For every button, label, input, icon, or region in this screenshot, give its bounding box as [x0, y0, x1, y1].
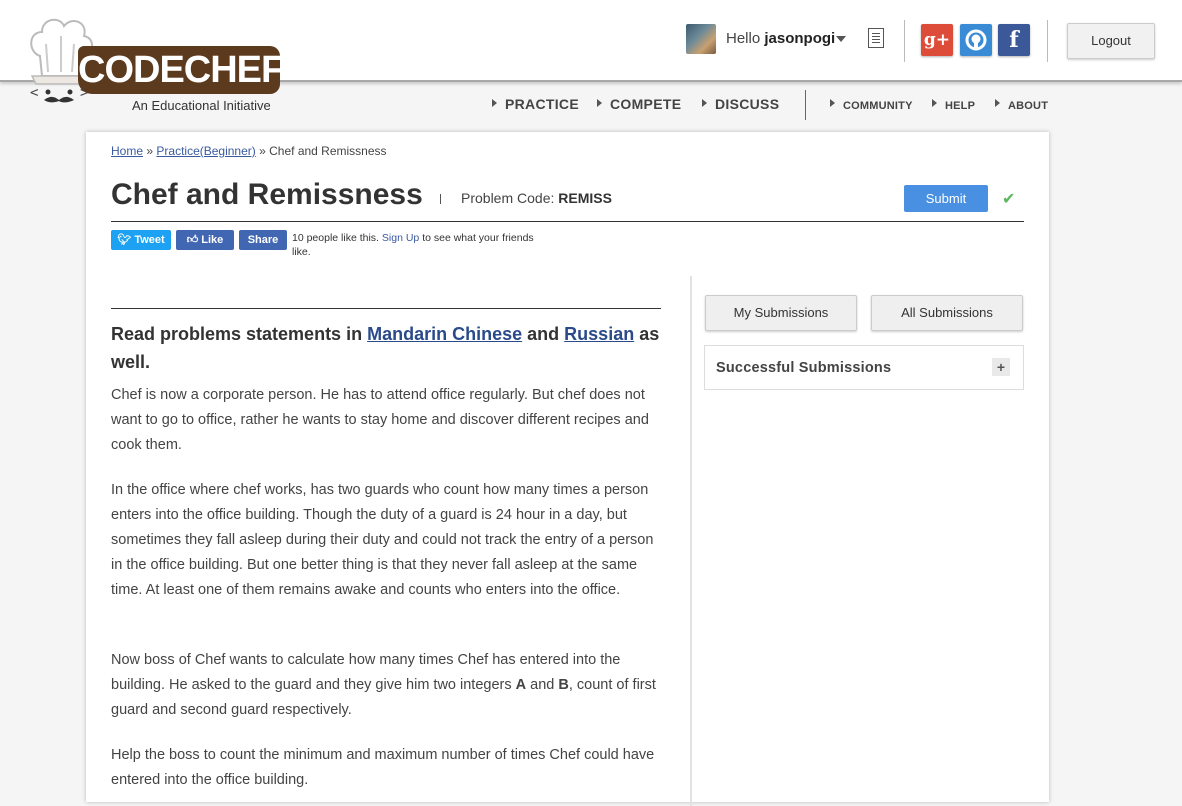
like-button[interactable]: 👍︎ Like — [176, 230, 234, 250]
successful-submissions-box[interactable]: Successful Submissions + — [704, 345, 1024, 390]
tweet-button[interactable]: 🐦︎ Tweet — [111, 230, 171, 250]
nav-divider — [805, 90, 806, 120]
statement-paragraph: In the office where chef works, has two … — [111, 482, 654, 598]
user-greeting[interactable]: Hello jasonpogi — [726, 30, 835, 47]
facebook-icon[interactable]: f — [998, 24, 1030, 56]
successful-submissions-title: Successful Submissions — [716, 360, 892, 376]
header-divider — [1047, 20, 1048, 62]
username: jasonpogi — [764, 30, 836, 47]
problem-panel: Home » Practice(Beginner) » Chef and Rem… — [86, 132, 1049, 806]
nav-help[interactable]: HELP — [932, 99, 975, 112]
title-divider — [440, 194, 441, 204]
likes-text: 10 people like this. Sign Up to see what… — [292, 232, 534, 258]
thumbs-up-icon: 👍︎ — [186, 234, 199, 246]
title-rule — [111, 221, 1024, 222]
submit-button[interactable]: Submit — [904, 185, 988, 212]
breadcrumb: Home » Practice(Beginner) » Chef and Rem… — [111, 144, 387, 158]
statement-rule — [111, 308, 661, 309]
russian-link[interactable]: Russian — [564, 324, 634, 344]
breadcrumb-practice[interactable]: Practice(Beginner) — [156, 144, 255, 158]
caret-right-icon — [597, 99, 602, 107]
statement-paragraph: Now boss of Chef wants to calculate how … — [111, 652, 656, 718]
breadcrumb-current: Chef and Remissness — [269, 144, 387, 158]
problem-code: Problem Code: REMISS — [461, 190, 612, 206]
statement-paragraph: Chef is now a corporate person. He has t… — [111, 387, 649, 453]
page-title: Chef and Remissness — [111, 178, 423, 211]
document-icon[interactable] — [868, 28, 884, 48]
caret-right-icon — [995, 99, 1000, 107]
check-icon: ✔ — [1002, 191, 1016, 208]
nav-practice[interactable]: PRACTICE — [492, 96, 579, 112]
avatar[interactable] — [686, 24, 716, 54]
caret-right-icon — [702, 99, 707, 107]
nav-about[interactable]: ABOUT — [995, 99, 1048, 112]
my-submissions-button[interactable]: My Submissions — [705, 295, 857, 331]
caret-right-icon — [492, 99, 497, 107]
github-icon[interactable] — [960, 24, 992, 56]
logo-wordmark: CODECHEF — [78, 46, 284, 94]
caret-right-icon — [932, 99, 937, 107]
chevron-down-icon[interactable] — [836, 36, 846, 42]
share-button[interactable]: Share — [239, 230, 287, 250]
breadcrumb-home[interactable]: Home — [111, 144, 143, 158]
nav-discuss[interactable]: DISCUSS — [702, 96, 779, 112]
all-submissions-button[interactable]: All Submissions — [871, 295, 1023, 331]
logo-tagline: An Educational Initiative — [132, 98, 271, 113]
svg-text:<: < — [30, 85, 38, 101]
translations-heading: Read problems statements in Mandarin Chi… — [111, 324, 660, 372]
logout-button[interactable]: Logout — [1067, 23, 1155, 59]
caret-right-icon — [830, 99, 835, 107]
greeting-text: Hello — [726, 30, 761, 47]
codechef-logo[interactable]: < > CODECHEF An Educational Initiative — [26, 14, 286, 116]
expand-icon[interactable]: + — [992, 358, 1010, 376]
problem-code-value: REMISS — [558, 190, 612, 206]
signup-link[interactable]: Sign Up — [382, 232, 419, 244]
google-plus-icon[interactable]: g+ — [921, 24, 953, 56]
column-divider — [690, 276, 692, 806]
nav-community[interactable]: COMMUNITY — [830, 99, 913, 112]
mandarin-link[interactable]: Mandarin Chinese — [367, 324, 522, 344]
twitter-icon: 🐦︎ — [117, 234, 132, 246]
header-divider — [904, 20, 905, 62]
nav-compete[interactable]: COMPETE — [597, 96, 681, 112]
